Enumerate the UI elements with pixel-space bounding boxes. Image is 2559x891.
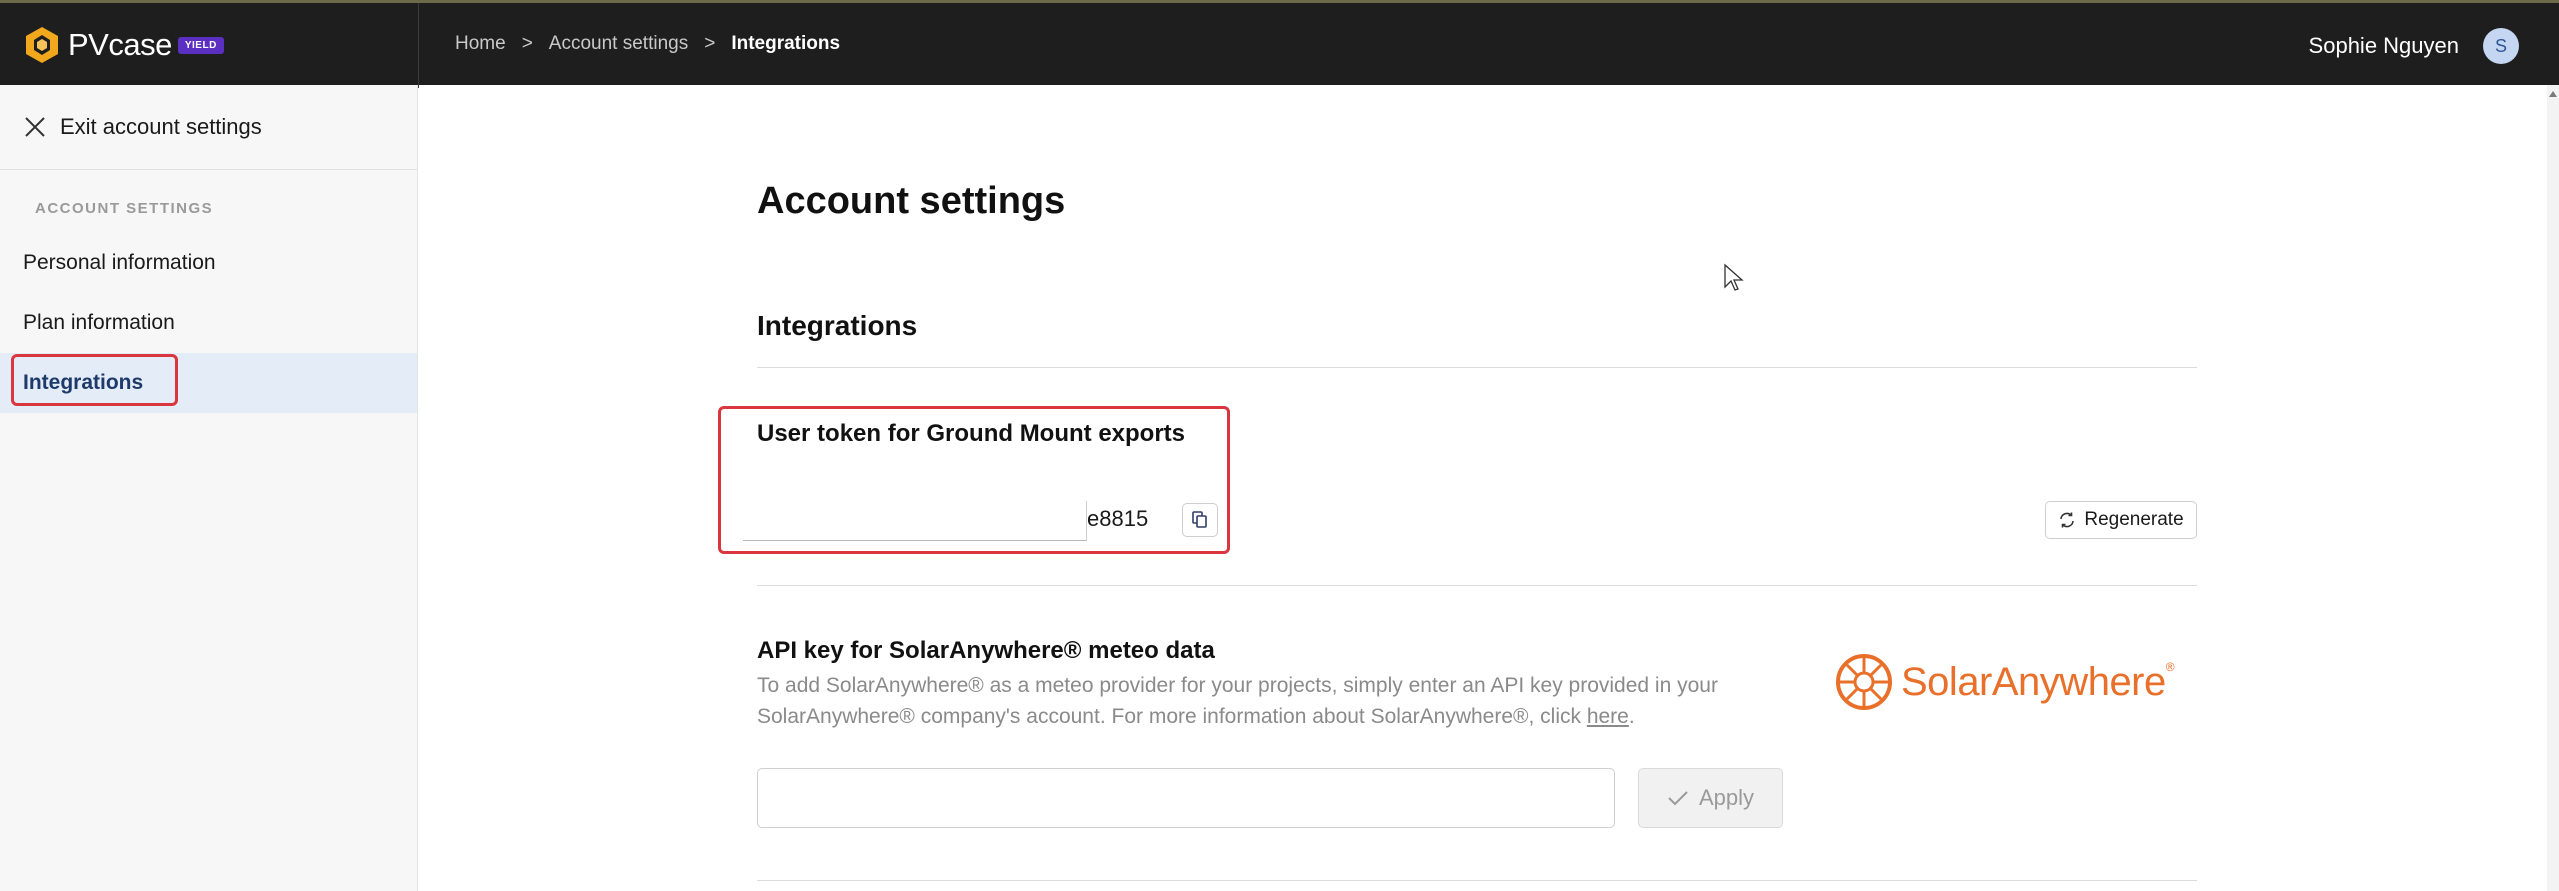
sidebar-section-label: ACCOUNT SETTINGS bbox=[35, 200, 214, 217]
user-name[interactable]: Sophie Nguyen bbox=[2309, 33, 2459, 59]
sidebar-item-plan-information[interactable]: Plan information bbox=[0, 293, 417, 353]
api-desc-text: To add SolarAnywhere® as a meteo provide… bbox=[757, 674, 1718, 728]
top-bar: PVcase YIELD Home > Account settings > I… bbox=[0, 0, 2559, 88]
sun-logo-icon bbox=[1836, 654, 1892, 710]
check-icon bbox=[1668, 791, 1688, 806]
apply-label: Apply bbox=[1698, 785, 1755, 810]
token-title: User token for Ground Mount exports bbox=[757, 420, 1186, 447]
api-key-title: API key for SolarAnywhere® meteo data bbox=[757, 637, 1215, 664]
solaranywhere-logo-text: SolarAnywhere® bbox=[1901, 659, 2175, 705]
sidebar-item-integrations[interactable]: Integrations bbox=[0, 353, 417, 413]
mouse-cursor-icon bbox=[1724, 263, 1744, 291]
section-divider bbox=[757, 880, 2197, 881]
exit-label: Exit account settings bbox=[60, 114, 262, 139]
scroll-up-icon[interactable] bbox=[2549, 91, 2557, 97]
api-desc-end: . bbox=[1628, 705, 1635, 728]
highlight-box bbox=[11, 354, 178, 406]
topbar-divider bbox=[418, 3, 419, 88]
scrollbar[interactable] bbox=[2547, 85, 2559, 891]
sidebar-item-label: Plan information bbox=[23, 311, 175, 334]
section-divider bbox=[757, 585, 2197, 586]
token-value-suffix: e8815 bbox=[1087, 506, 1149, 531]
user-menu[interactable]: Sophie Nguyen S bbox=[2309, 28, 2519, 64]
close-icon bbox=[25, 117, 45, 137]
solaranywhere-logo: SolarAnywhere® bbox=[1835, 653, 2175, 711]
exit-account-settings-button[interactable]: Exit account settings bbox=[0, 85, 417, 170]
page-title: Account settings bbox=[757, 180, 1066, 222]
regenerate-label: Regenerate bbox=[2084, 509, 2184, 530]
breadcrumb-account-settings[interactable]: Account settings bbox=[549, 33, 688, 55]
section-divider bbox=[757, 367, 2197, 368]
copy-icon bbox=[1192, 511, 1207, 528]
api-key-input[interactable] bbox=[757, 768, 1615, 828]
section-title: Integrations bbox=[757, 310, 918, 341]
registered-mark: ® bbox=[2165, 659, 2175, 674]
solaranywhere-logo-name: SolarAnywhere bbox=[1901, 659, 2166, 704]
breadcrumb-current: Integrations bbox=[731, 33, 841, 54]
regenerate-button[interactable]: Regenerate bbox=[2045, 501, 2197, 539]
yield-badge: YIELD bbox=[177, 36, 224, 54]
sidebar-item-personal-information[interactable]: Personal information bbox=[0, 233, 417, 293]
breadcrumb: Home > Account settings > Integrations bbox=[455, 33, 840, 55]
sidebar: Exit account settings ACCOUNT SETTINGS P… bbox=[0, 85, 418, 891]
breadcrumb-separator: > bbox=[704, 33, 716, 54]
token-field[interactable] bbox=[743, 501, 1087, 541]
copy-token-button[interactable] bbox=[1182, 503, 1218, 537]
api-key-description: To add SolarAnywhere® as a meteo provide… bbox=[757, 670, 1817, 732]
sidebar-item-label: Personal information bbox=[23, 251, 216, 274]
pvcase-logo-icon bbox=[26, 27, 58, 63]
breadcrumb-separator: > bbox=[521, 33, 533, 54]
breadcrumb-home[interactable]: Home bbox=[455, 33, 506, 55]
refresh-icon bbox=[2060, 512, 2075, 528]
brand-name: PVcase bbox=[68, 27, 172, 62]
avatar[interactable]: S bbox=[2483, 28, 2519, 64]
app-logo[interactable]: PVcase YIELD bbox=[22, 25, 224, 65]
here-link[interactable]: here bbox=[1587, 705, 1629, 728]
apply-button[interactable]: Apply bbox=[1638, 768, 1783, 828]
